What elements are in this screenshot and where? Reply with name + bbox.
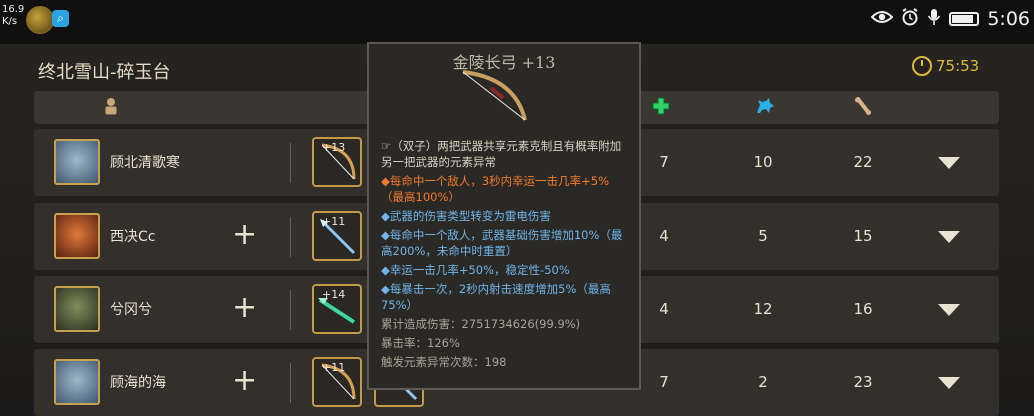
weapon-level: +11 (322, 215, 346, 228)
effect-line: ◆每暴击一次，2秒内射击速度增加5%（最高75%） (381, 282, 611, 312)
stat-bone: 16 (853, 300, 873, 318)
player-name: 西决Cc (110, 229, 156, 245)
expand-arrow-icon[interactable] (938, 377, 960, 389)
scoreboard-panel: 终北雪山-碎玉台 75:53 顾北清歌寒 +13 7 10 22 西决Cc + … (0, 42, 1034, 416)
battery-icon (949, 12, 980, 26)
clock-icon (912, 56, 932, 76)
stat-line: 暴击率：126% (381, 336, 460, 350)
net-speed-unit: K/s (2, 16, 18, 27)
weapon-level: +14 (322, 288, 346, 301)
player-name: 顾海的海 (110, 375, 166, 391)
weapon-level: +11 (322, 361, 346, 374)
divider (290, 217, 291, 257)
net-speed: 16.9 K/s (2, 4, 24, 28)
player-icon (104, 97, 118, 120)
weapon-slot[interactable]: +13 (312, 137, 362, 187)
player-avatar (54, 213, 100, 259)
effect-line: ◆每命中一个敌人，3秒内幸运一击几率+5%（最高100%） (381, 174, 610, 204)
effect-line: ◆幸运一击几率+50%，稳定性-50% (381, 263, 570, 277)
longbow-icon (462, 70, 527, 121)
stat-beast: 10 (753, 153, 773, 171)
stat-beast: 2 (758, 373, 768, 391)
expand-arrow-icon[interactable] (938, 231, 960, 243)
weapon-level: +13 (322, 141, 346, 154)
add-friend-button[interactable]: + (232, 364, 257, 398)
bone-icon (854, 97, 872, 120)
alarm-icon (901, 7, 919, 31)
effect-line: ◆武器的伤害类型转变为雷电伤害 (381, 209, 551, 223)
player-avatar (54, 286, 100, 332)
effect-line: ☞（双子）两把武器共享元素克制且有概率附加另一把武器的元素异常 (381, 139, 622, 169)
stat-bone: 15 (853, 227, 873, 245)
stat-bone: 23 (853, 373, 873, 391)
player-avatar (54, 139, 100, 185)
level-name: 终北雪山-碎玉台 (38, 62, 171, 83)
divider (290, 290, 291, 330)
expand-arrow-icon[interactable] (938, 157, 960, 169)
add-friend-button[interactable]: + (232, 291, 257, 325)
mic-icon (927, 8, 941, 31)
net-speed-value: 16.9 (2, 4, 25, 15)
player-name: 兮冈兮 (110, 302, 152, 318)
timer-value: 75:53 (936, 57, 980, 75)
weapon-effects: ☞（双子）两把武器共享元素克制且有概率附加另一把武器的元素异常 ◆每命中一个敌人… (381, 138, 631, 373)
search-app-icon[interactable]: ⌕ (52, 10, 69, 27)
timer: 75:53 (912, 56, 979, 76)
stat-beast: 12 (753, 300, 773, 318)
player-name: 顾北清歌寒 (110, 155, 180, 171)
add-friend-button[interactable]: + (232, 218, 257, 252)
player-avatar (54, 359, 100, 405)
weapon-slot[interactable]: +14 (312, 284, 362, 334)
divider (290, 143, 291, 183)
heal-icon (652, 97, 670, 120)
weapon-tooltip: 金陵长弓 +13 ☞（双子）两把武器共享元素克制且有概率附加另一把武器的元素异常… (367, 42, 641, 390)
divider (290, 363, 291, 403)
stat-line: 触发元素异常次数：198 (381, 355, 507, 369)
weapon-slot[interactable]: +11 (312, 211, 362, 261)
eye-icon (870, 9, 894, 30)
beast-icon (755, 97, 775, 120)
stat-bone: 22 (853, 153, 873, 171)
app-notification-icon[interactable] (26, 6, 54, 34)
effect-line: ◆每命中一个敌人，武器基础伤害增加10%（最高200%，未命中时重置） (381, 228, 623, 258)
status-bar: 16.9 K/s ⌕ 5:06 (0, 0, 1034, 44)
stat-line: 累计造成伤害：2751734626(99.9%) (381, 317, 581, 331)
clock: 5:06 (987, 8, 1030, 30)
expand-arrow-icon[interactable] (938, 304, 960, 316)
stat-beast: 5 (758, 227, 768, 245)
